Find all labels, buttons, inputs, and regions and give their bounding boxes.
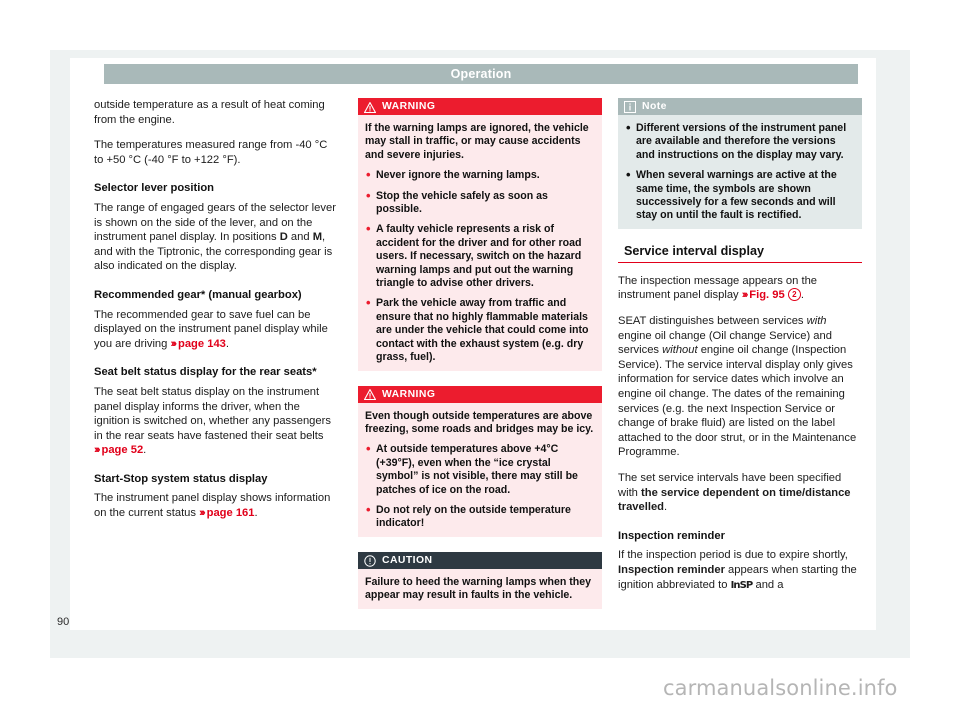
inspection-reminder-text-c: and a [752, 578, 784, 591]
warning-box-1-label: WARNING [382, 101, 436, 112]
caution-box-header: CAUTION [358, 551, 602, 569]
service-intervals-bold: the service dependent on time/distance t… [618, 486, 851, 514]
paragraph-recommended-gear: The recommended gear to save fuel can be… [94, 308, 328, 350]
heading-start-stop-status: Start-Stop system status display [94, 472, 268, 485]
watermark: carmanualsonline.info [663, 676, 898, 700]
heading-selector-lever-position: Selector lever position [94, 182, 214, 195]
note-box-header: Note [618, 98, 862, 115]
paragraph-continued: outside temperature as a result of heat … [94, 99, 325, 126]
crossref-arrows-icon: ››› [741, 289, 749, 302]
paragraph-start-stop-status: The instrument panel display shows infor… [94, 492, 331, 520]
paragraph-service-intervals: The set service intervals have been spec… [618, 471, 862, 515]
heading-inspection-reminder: Inspection reminder [618, 529, 725, 542]
service-types-italic-without: without [662, 344, 698, 357]
warning-box-1: WARNING If the warning lamps are ignored… [358, 98, 602, 371]
crossref-arrows-icon: ››› [94, 444, 101, 457]
heading-seat-belt-status: Seat belt status display for the rear se… [94, 366, 317, 379]
heading-recommended-gear: Recommended gear* (manual gearbox) [94, 288, 302, 301]
list-item: Never ignore the warning lamps. [365, 168, 595, 182]
figure-callout-2: 2 [787, 288, 801, 302]
caution-box-lead: Failure to heed the warning lamps when t… [365, 575, 592, 602]
caution-box-label: CAUTION [382, 554, 433, 566]
selector-gear-d: D [279, 231, 288, 244]
column-left: outside temperature as a result of heat … [94, 98, 338, 532]
caution-box-body: Failure to heed the warning lamps when t… [358, 568, 602, 609]
warning-box-2-label: WARNING [382, 388, 436, 400]
warning-box-1-header: WARNING [358, 98, 602, 115]
warning-triangle-icon [364, 101, 376, 113]
info-icon [624, 101, 636, 113]
paragraph-inspection-message: The inspection message appears on the in… [618, 274, 818, 302]
service-types-text-c: engine oil change (Inspection Service). … [618, 344, 857, 459]
warning-box-2-body: Even though outside temperatures are abo… [358, 402, 602, 537]
warning-box-2-lead: Even though outside temperatures are abo… [365, 409, 594, 435]
list-item: Different versions of the instrument pan… [625, 121, 855, 162]
service-types-text-a: SEAT distinguishes between services [618, 315, 807, 328]
inspection-reminder-text-a: If the inspection period is due to expir… [618, 549, 848, 562]
list-item: A faulty vehicle represents a risk of ac… [365, 222, 595, 290]
seat-belt-text: The seat belt status display on the inst… [94, 385, 331, 442]
content-columns: outside temperature as a result of heat … [94, 98, 870, 618]
list-item: When several warnings are active at the … [625, 168, 855, 223]
note-box: Note Different versions of the instrumen… [618, 98, 862, 229]
note-box-body: Different versions of the instrument pan… [618, 115, 862, 229]
crossref-fig-95[interactable]: Fig. 95 [749, 289, 784, 301]
warning-box-1-body: If the warning lamps are ignored, the ve… [358, 115, 602, 371]
page-number: 90 [57, 616, 70, 628]
paragraph-service-types: SEAT distinguishes between services with… [618, 314, 862, 460]
note-box-bullets: Different versions of the instrument pan… [625, 121, 855, 223]
crossref-page-52[interactable]: page 52 [102, 444, 144, 456]
paragraph-seat-belt-status: The seat belt status display on the inst… [94, 385, 331, 457]
caution-box: CAUTION Failure to heed the warning lamp… [358, 551, 602, 609]
warning-box-2: WARNING Even though outside temperatures… [358, 385, 602, 537]
paragraph-temperature-range: The temperatures measured range from -40… [94, 139, 328, 166]
service-types-italic-with: with [806, 315, 827, 328]
running-head: Operation [104, 64, 858, 84]
paragraph-inspection-reminder: If the inspection period is due to expir… [618, 548, 862, 593]
column-middle: WARNING If the warning lamps are ignored… [358, 98, 602, 624]
crossref-arrows-icon: ››› [170, 337, 178, 350]
running-head-title: Operation [450, 67, 512, 81]
inspection-reminder-bold: Inspection reminder [618, 563, 725, 576]
warning-box-1-lead: If the warning lamps are ignored, the ve… [365, 122, 589, 161]
crossref-page-143[interactable]: page 143 [178, 338, 226, 350]
warning-triangle-icon [364, 389, 376, 400]
section-heading-service-interval-display: Service interval display [618, 244, 862, 263]
service-intervals-text-b: . [664, 501, 668, 514]
list-item: Park the vehicle away from traffic and e… [365, 296, 595, 364]
insp-symbol: InSP [730, 579, 754, 591]
column-right: Note Different versions of the instrumen… [618, 98, 862, 604]
warning-box-2-header: WARNING [358, 385, 602, 403]
selector-text-2: and [287, 231, 313, 244]
selector-gear-m: M [312, 231, 323, 244]
warning-box-2-bullets: At outside temperatures above +4°C (+39°… [365, 442, 595, 531]
exclamation-circle-icon [364, 555, 376, 567]
crossref-arrows-icon: ››› [199, 507, 206, 520]
note-box-label: Note [642, 101, 667, 112]
inspection-message-text: The inspection message appears on the in… [618, 274, 818, 302]
crossref-page-161[interactable]: page 161 [207, 507, 255, 519]
warning-box-1-bullets: Never ignore the warning lamps. Stop the… [365, 168, 595, 364]
list-item: Stop the vehicle safely as soon as possi… [365, 189, 595, 217]
list-item: Do not rely on the outside temperature i… [365, 503, 595, 531]
list-item: At outside temperatures above +4°C (+39°… [365, 442, 595, 497]
paragraph-selector-lever: The range of engaged gears of the select… [94, 201, 338, 274]
